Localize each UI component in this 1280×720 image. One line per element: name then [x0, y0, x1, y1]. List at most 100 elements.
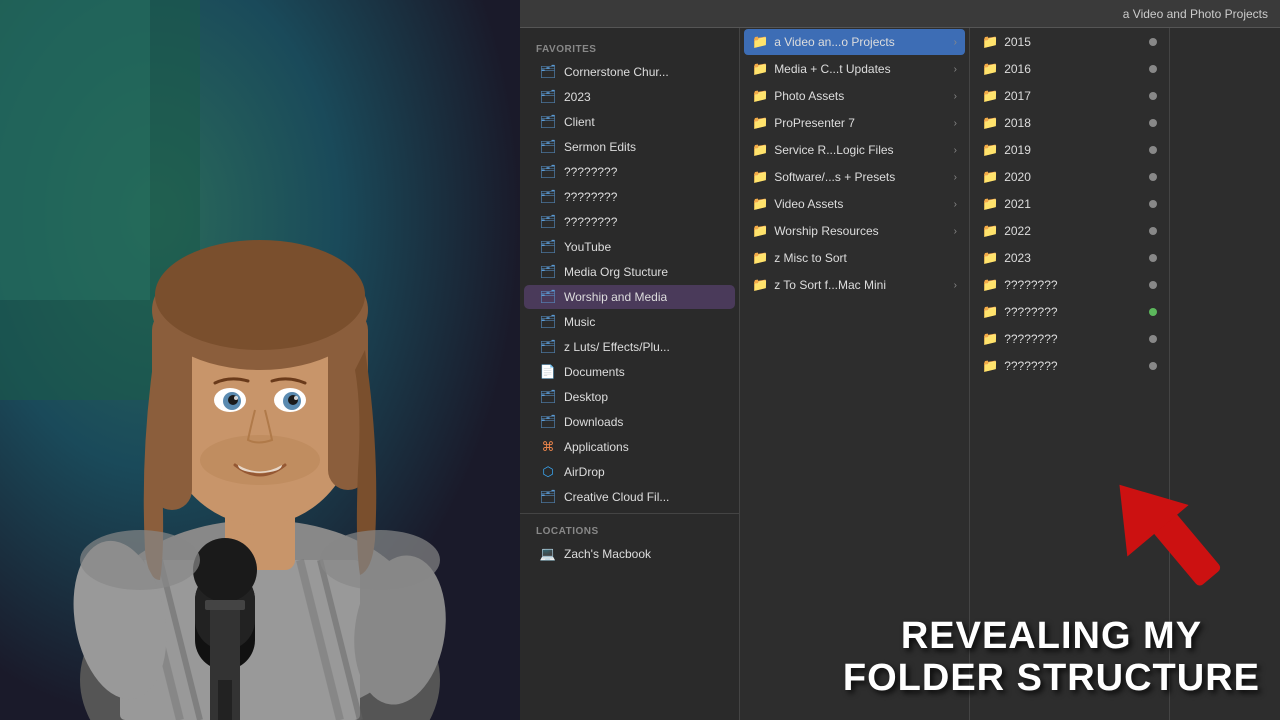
- col2-item[interactable]: 📁2015: [974, 29, 1165, 55]
- location-item[interactable]: 💻Zach's Macbook: [524, 542, 735, 566]
- col1-item[interactable]: 📁Media + C...t Updates›: [744, 56, 965, 82]
- folder-icon: 📁: [982, 142, 998, 158]
- sidebar-item[interactable]: 🗂????????: [524, 185, 735, 209]
- folder-icon: 📁: [752, 169, 768, 185]
- sidebar-item-label: AirDrop: [564, 465, 605, 479]
- chevron-right-icon: ›: [954, 280, 957, 291]
- chevron-right-icon: ›: [954, 226, 957, 237]
- status-dot: [1149, 65, 1157, 73]
- finder-columns: 📁a Video an...o Projects›📁Media + C...t …: [740, 28, 1280, 720]
- folder-icon: 🗂: [540, 414, 556, 430]
- col2-item-label: 2023: [1004, 251, 1143, 265]
- folder-icon: 💻: [540, 546, 556, 562]
- sidebar-item[interactable]: 🗂YouTube: [524, 235, 735, 259]
- sidebar-item[interactable]: 🗂Creative Cloud Fil...: [524, 485, 735, 509]
- sidebar-item[interactable]: ⌘Applications: [524, 435, 735, 459]
- sidebar-item[interactable]: 🗂2023: [524, 85, 735, 109]
- col2-item-label: 2017: [1004, 89, 1143, 103]
- sidebar-item[interactable]: 🗂 Sermon Edits: [524, 135, 735, 159]
- window-title: a Video and Photo Projects: [1123, 7, 1268, 21]
- col2-item[interactable]: 📁2016: [974, 56, 1165, 82]
- sidebar-item[interactable]: 🗂 z Luts/ Effects/Plu...: [524, 335, 735, 359]
- col2-item-label: 2020: [1004, 170, 1143, 184]
- col2-item[interactable]: 📁????????: [974, 272, 1165, 298]
- col2-item[interactable]: 📁2018: [974, 110, 1165, 136]
- sidebar-item[interactable]: 🗂Desktop: [524, 385, 735, 409]
- sidebar-item-label: Creative Cloud Fil...: [564, 490, 669, 504]
- col1-item[interactable]: 📁Worship Resources›: [744, 218, 965, 244]
- col2-item[interactable]: 📁2021: [974, 191, 1165, 217]
- col2-item[interactable]: 📁 2023: [974, 245, 1165, 271]
- col1-item-label: Photo Assets: [774, 89, 947, 103]
- col1-item-label: Media + C...t Updates: [774, 62, 947, 76]
- finder-window: a Video and Photo Projects Favorites 🗂Co…: [520, 0, 1280, 720]
- status-dot: [1149, 335, 1157, 343]
- folder-icon: 📁: [752, 223, 768, 239]
- status-dot: [1149, 254, 1157, 262]
- sidebar-item[interactable]: 🗂Music: [524, 310, 735, 334]
- col2-item[interactable]: 📁 2020: [974, 164, 1165, 190]
- col1-item[interactable]: 📁Photo Assets›: [744, 83, 965, 109]
- status-dot: [1149, 308, 1157, 316]
- folder-icon: 🗂: [540, 214, 556, 230]
- sidebar-item-label: Worship and Media: [564, 290, 667, 304]
- col1-item[interactable]: 📁z To Sort f...Mac Mini›: [744, 272, 965, 298]
- col1-item[interactable]: 📁Software/...s + Presets›: [744, 164, 965, 190]
- folder-icon: 📁: [982, 331, 998, 347]
- sidebar-item[interactable]: 📄Documents: [524, 360, 735, 384]
- sidebar-item[interactable]: 🗂Client: [524, 110, 735, 134]
- col1-item[interactable]: 📁z Misc to Sort: [744, 245, 965, 271]
- col1-item[interactable]: 📁Video Assets›: [744, 191, 965, 217]
- col1-item[interactable]: 📁ProPresenter 7›: [744, 110, 965, 136]
- col2-item[interactable]: 📁 2017: [974, 83, 1165, 109]
- status-dot: [1149, 92, 1157, 100]
- col2-item[interactable]: 📁 2019: [974, 137, 1165, 163]
- col1-item[interactable]: 📁Service R...Logic Files›: [744, 137, 965, 163]
- folder-icon: 📁: [752, 61, 768, 77]
- col2-item-label: 2018: [1004, 116, 1143, 130]
- folder-icon: 📁: [982, 250, 998, 266]
- col2-item-label: ????????: [1004, 278, 1143, 292]
- folder-icon: 📁: [982, 88, 998, 104]
- col1-item-label: z Misc to Sort: [774, 251, 957, 265]
- sidebar-item-label: Sermon Edits: [564, 140, 636, 154]
- folder-icon: 📁: [982, 34, 998, 50]
- col2-item[interactable]: 📁????????: [974, 353, 1165, 379]
- folder-icon: 📁: [752, 196, 768, 212]
- folder-icon: 📁: [752, 34, 768, 50]
- col2-item-label: 2019: [1004, 143, 1143, 157]
- col2-item[interactable]: 📁2022: [974, 218, 1165, 244]
- folder-icon: 🗂: [540, 239, 556, 255]
- sidebar-item-label: Media Org Stucture: [564, 265, 668, 279]
- sidebar-item-label: z Luts/ Effects/Plu...: [564, 340, 670, 354]
- col1-item[interactable]: 📁a Video an...o Projects›: [744, 29, 965, 55]
- folder-icon: 🗂: [540, 339, 556, 355]
- status-dot: [1149, 146, 1157, 154]
- folder-icon: 🗂: [540, 289, 556, 305]
- col2-item-label: 2022: [1004, 224, 1143, 238]
- locations-label: Locations: [520, 518, 739, 541]
- col2-item[interactable]: 📁????????: [974, 326, 1165, 352]
- sidebar-item[interactable]: 🗂Media Org Stucture: [524, 260, 735, 284]
- sidebar-item-label: ????????: [564, 165, 617, 179]
- sidebar-item[interactable]: 🗂????????: [524, 210, 735, 234]
- chevron-right-icon: ›: [954, 37, 957, 48]
- chevron-right-icon: ›: [954, 172, 957, 183]
- sidebar-item[interactable]: 🗂Downloads: [524, 410, 735, 434]
- sidebar-item[interactable]: 🗂????????: [524, 160, 735, 184]
- folder-icon: 📁: [982, 169, 998, 185]
- folder-icon: 🗂: [540, 139, 556, 155]
- finder-col1[interactable]: 📁a Video an...o Projects›📁Media + C...t …: [740, 28, 970, 720]
- sidebar-item-label: Applications: [564, 440, 629, 454]
- status-dot: [1149, 38, 1157, 46]
- sidebar-item[interactable]: ⬡AirDrop: [524, 460, 735, 484]
- sidebar-item[interactable]: 🗂 Worship and Media: [524, 285, 735, 309]
- sidebar-item[interactable]: 🗂Cornerstone Chur...: [524, 60, 735, 84]
- finder-sidebar[interactable]: Favorites 🗂Cornerstone Chur...🗂2023🗂Clie…: [520, 28, 740, 720]
- finder-col2[interactable]: 📁2015📁2016📁2017📁2018📁2019📁2020📁2021📁2022…: [970, 28, 1170, 720]
- col2-item[interactable]: 📁????????: [974, 299, 1165, 325]
- col2-item-label: 2016: [1004, 62, 1143, 76]
- status-dot: [1149, 227, 1157, 235]
- status-dot: [1149, 281, 1157, 289]
- folder-icon: 📁: [752, 88, 768, 104]
